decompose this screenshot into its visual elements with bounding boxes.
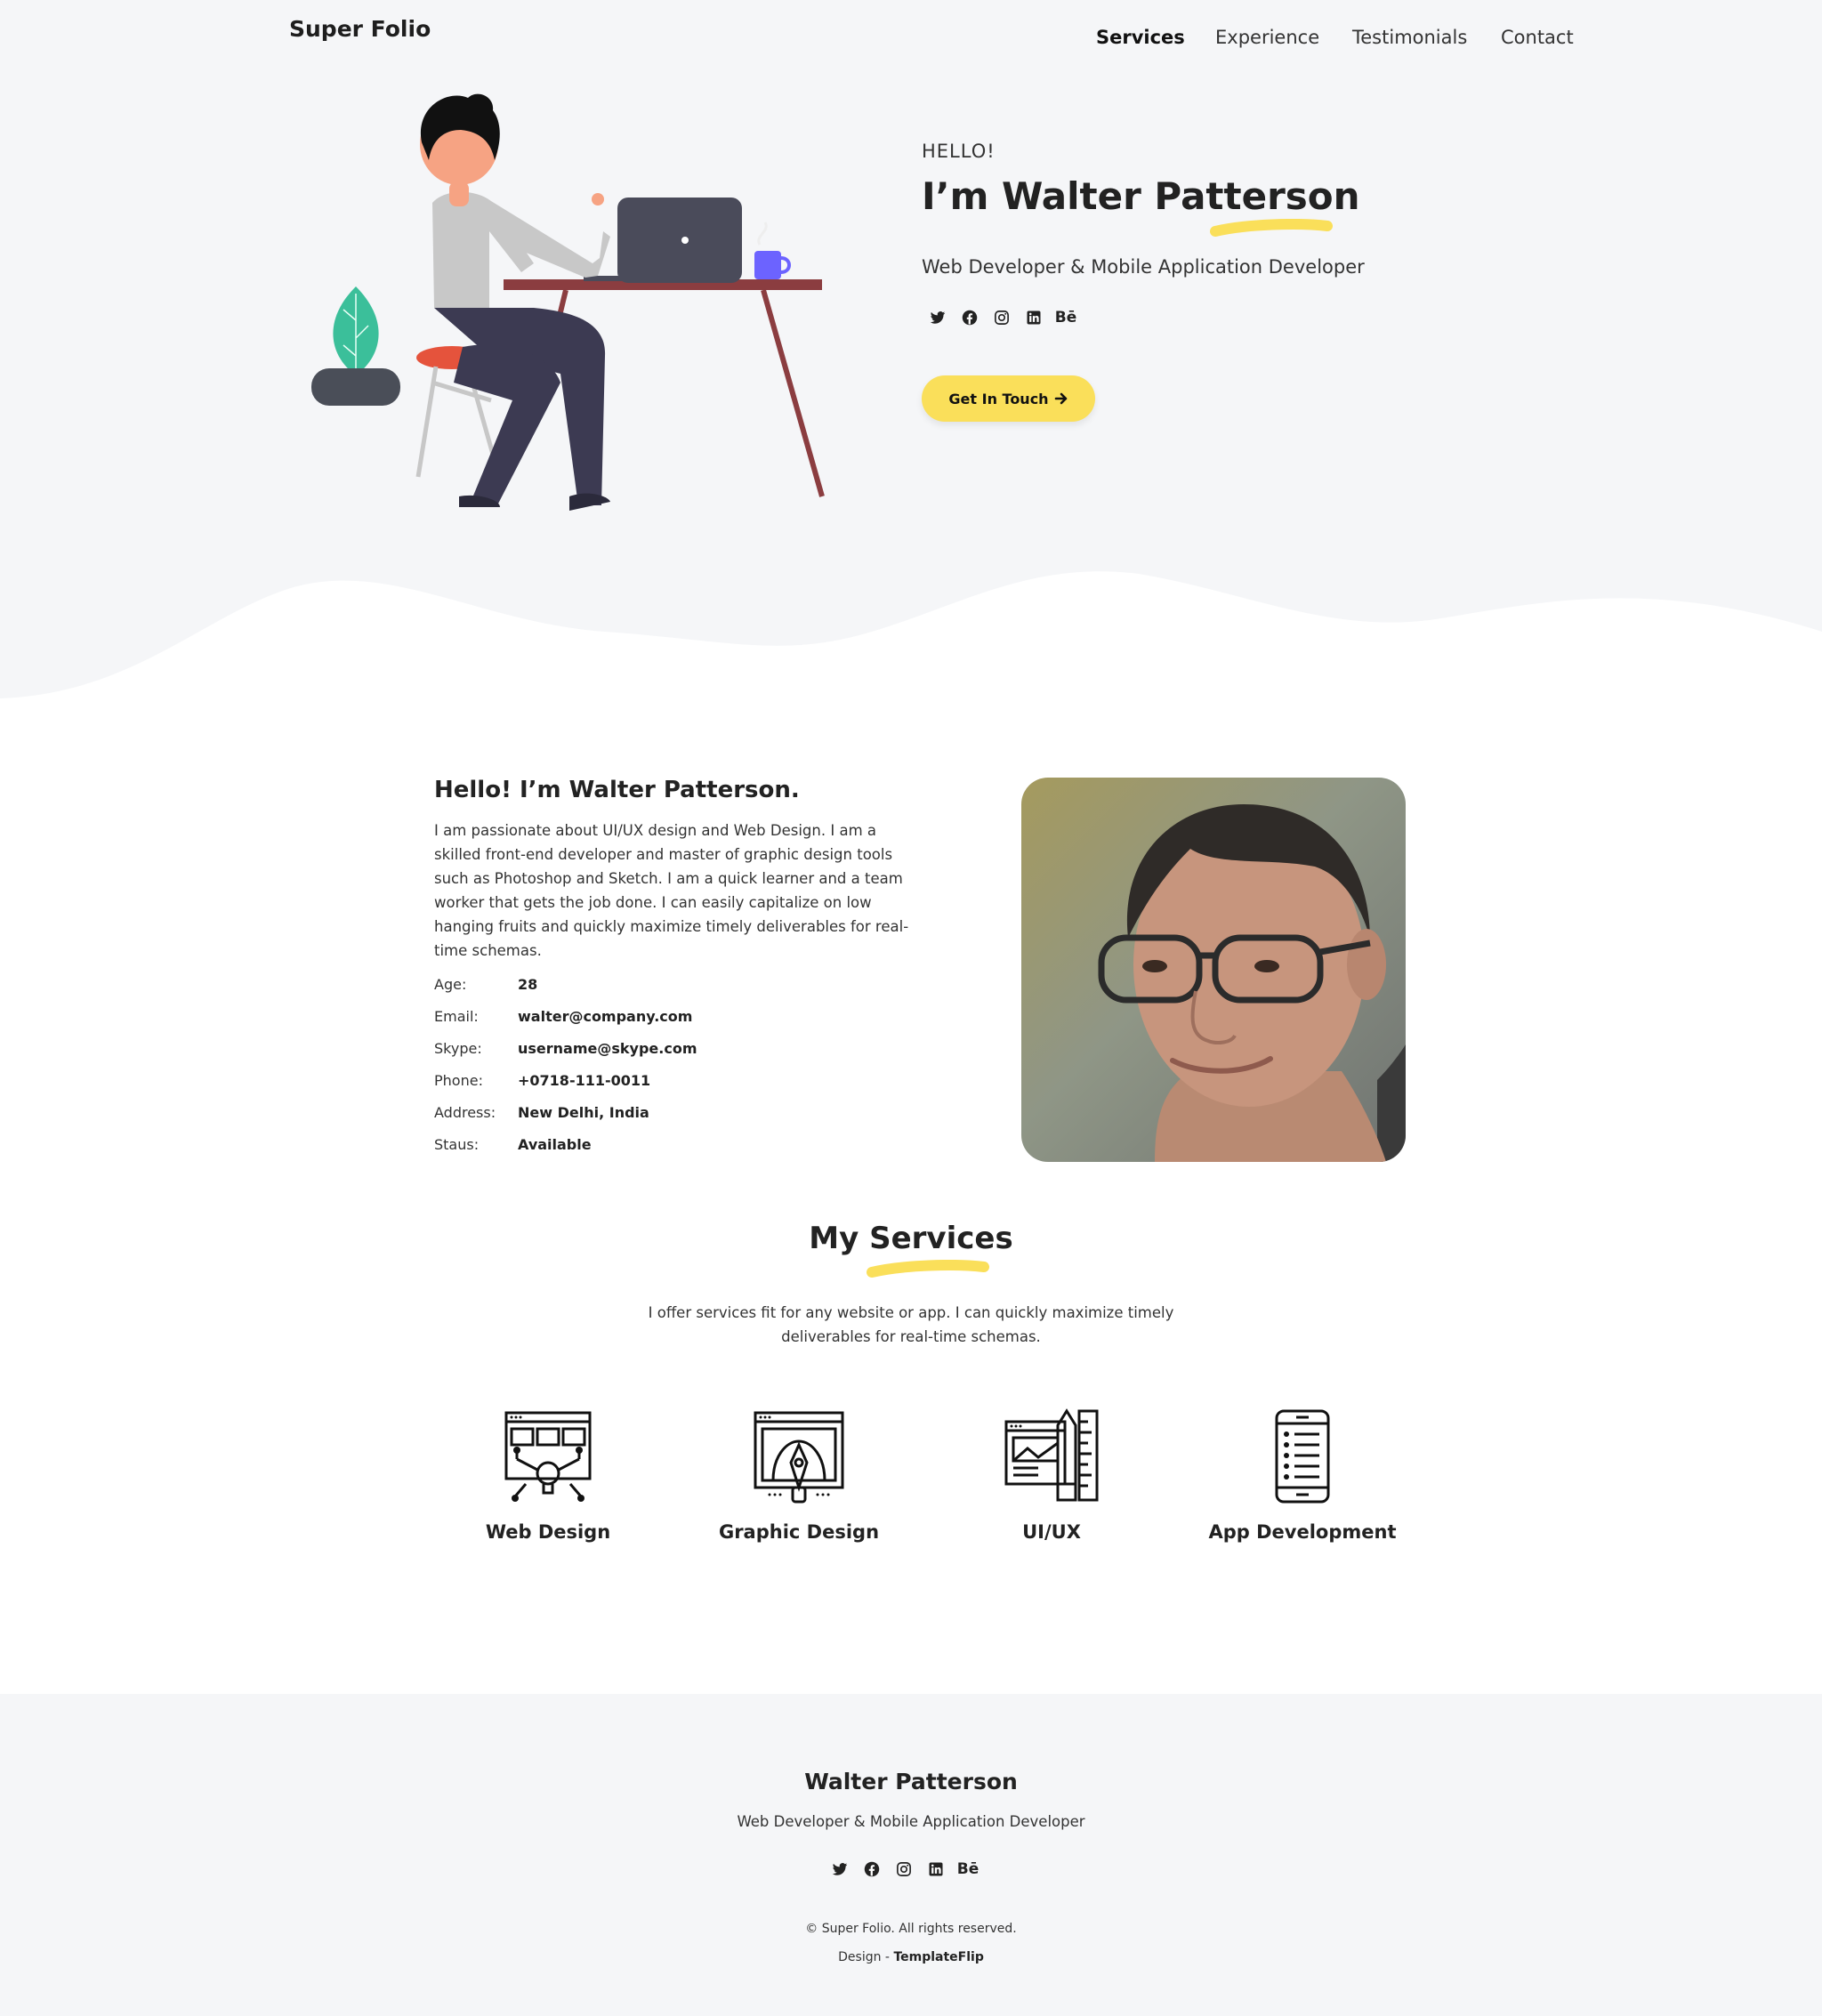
info-value: 28	[518, 975, 538, 993]
info-label: Email:	[434, 1007, 479, 1025]
info-label: Age:	[434, 975, 467, 993]
footer-copyright: © Super Folio. All rights reserved.	[805, 1922, 1017, 1936]
app-development-icon	[1275, 1409, 1330, 1504]
service-app-development[interactable]: App Development	[1196, 1407, 1409, 1543]
ui-ux-icon	[1004, 1408, 1099, 1502]
info-value: +0718-111-0011	[518, 1071, 651, 1089]
hero-greeting: HELLO!	[922, 141, 996, 162]
behance-icon[interactable]: Bē	[1055, 308, 1077, 327]
developer-at-desk-illustration	[311, 93, 825, 511]
service-web-design[interactable]: Web Design	[441, 1407, 655, 1543]
behance-icon[interactable]: Bē	[957, 1859, 980, 1879]
profile-photo	[1021, 778, 1406, 1162]
hero-name-underline	[1210, 219, 1333, 237]
footer-name: Walter Patterson	[804, 1769, 1018, 1794]
instagram-icon[interactable]	[894, 1859, 914, 1879]
info-value: username@skype.com	[518, 1039, 697, 1057]
footer	[0, 1694, 1822, 2016]
info-label: Staus:	[434, 1135, 480, 1153]
brand-logo[interactable]: Super Folio	[289, 16, 431, 42]
info-row-phone: Phone: +0718-111-0011	[434, 1064, 697, 1096]
footer-social-links: Bē	[830, 1859, 980, 1879]
info-label: Address:	[434, 1103, 496, 1121]
about-description: I am passionate about UI/UX design and W…	[434, 822, 909, 959]
service-label: Graphic Design	[718, 1521, 880, 1543]
instagram-icon[interactable]	[992, 308, 1012, 327]
hero-role-text: Web Developer & Mobile Application Devel…	[922, 256, 1365, 278]
services-description: I offer services fit for any website or …	[648, 1304, 1174, 1345]
twitter-icon[interactable]	[830, 1859, 850, 1879]
design-credit-prefix: Design -	[838, 1950, 894, 1964]
linkedin-icon[interactable]	[1024, 308, 1044, 327]
facebook-icon[interactable]	[960, 308, 980, 327]
info-value: Available	[518, 1135, 592, 1153]
info-value: walter@company.com	[518, 1007, 693, 1025]
service-label: UI/UX	[1022, 1521, 1081, 1543]
info-row-skype: Skype: username@skype.com	[434, 1032, 697, 1064]
footer-design-credit: Design - TemplateFlip	[0, 1950, 1822, 1964]
hero-wave-divider	[0, 571, 1822, 712]
web-design-icon	[504, 1411, 592, 1502]
mug-illustration	[754, 222, 791, 279]
get-in-touch-button[interactable]: Get In Touch	[922, 375, 1095, 422]
twitter-icon[interactable]	[928, 308, 947, 327]
plant-illustration	[311, 286, 400, 406]
info-row-age: Age: 28	[434, 968, 697, 1000]
get-in-touch-label: Get In Touch	[948, 390, 1049, 407]
service-label: App Development	[1208, 1521, 1397, 1543]
services-title: My Services	[809, 1221, 1013, 1256]
info-value: New Delhi, India	[518, 1103, 649, 1121]
graphic-design-icon	[754, 1411, 844, 1504]
info-row-email: Email: walter@company.com	[434, 1000, 697, 1032]
personal-info-list: Age: 28 Email: walter@company.com Skype:…	[434, 968, 697, 1160]
nav-contact[interactable]: Contact	[1501, 27, 1574, 48]
facebook-icon[interactable]	[862, 1859, 882, 1879]
footer-role: Web Developer & Mobile Application Devel…	[737, 1813, 1085, 1830]
hero-social-links: Bē	[928, 308, 1076, 327]
service-graphic-design[interactable]: Graphic Design	[692, 1407, 906, 1543]
service-ui-ux[interactable]: UI/UX	[945, 1407, 1158, 1543]
arrow-right-icon	[1054, 392, 1067, 405]
nav-services[interactable]: Services	[1096, 27, 1185, 48]
service-label: Web Design	[485, 1521, 611, 1543]
hero-name-heading: I’m Walter Patterson	[922, 174, 1360, 218]
linkedin-icon[interactable]	[926, 1859, 946, 1879]
info-label: Skype:	[434, 1039, 482, 1057]
nav-experience[interactable]: Experience	[1215, 27, 1319, 48]
info-row-status: Staus: Available	[434, 1128, 697, 1160]
info-row-address: Address: New Delhi, India	[434, 1096, 697, 1128]
services-title-underline	[867, 1260, 989, 1278]
nav-testimonials[interactable]: Testimonials	[1352, 27, 1467, 48]
info-label: Phone:	[434, 1071, 483, 1089]
templateflip-link[interactable]: TemplateFlip	[893, 1950, 983, 1964]
person-illustration	[420, 93, 610, 511]
about-title: Hello! I’m Walter Patterson.	[434, 777, 800, 803]
